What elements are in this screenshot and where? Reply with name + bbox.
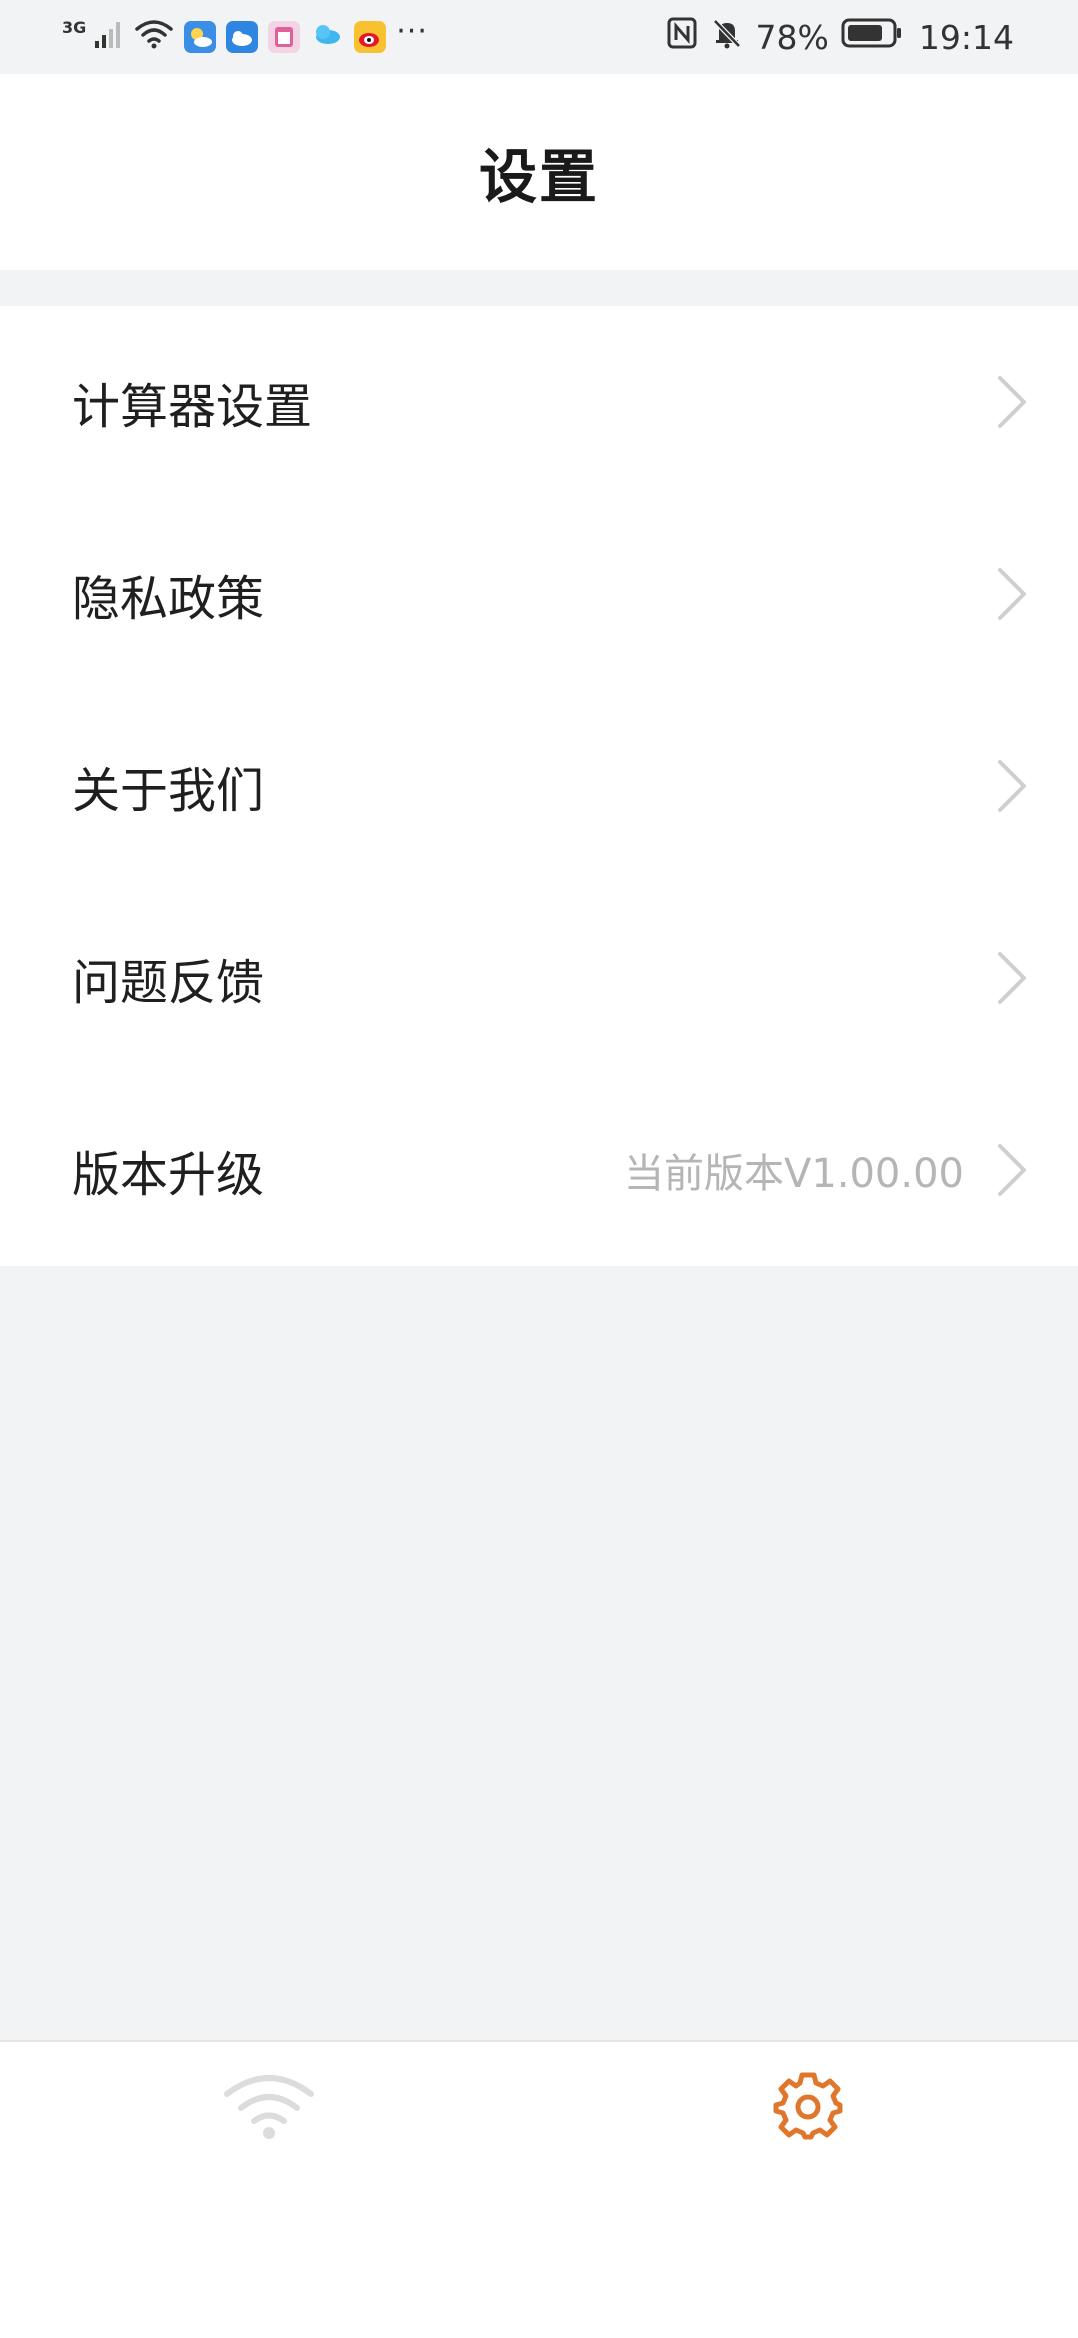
- settings-item-label: 版本升级: [72, 1147, 265, 1203]
- bell-off-icon: [710, 16, 744, 58]
- status-bar-right: 78% 19:14: [666, 16, 1014, 58]
- bottom-tab-bar: [0, 2040, 1078, 2338]
- page-header: 设置: [0, 74, 1078, 270]
- gear-icon: [773, 2070, 843, 2144]
- chevron-right-icon: [994, 756, 1030, 816]
- settings-item-label: 隐私政策: [72, 571, 265, 627]
- calendar-icon: [268, 21, 301, 53]
- chevron-right-icon: [994, 372, 1030, 432]
- settings-item-privacy-policy[interactable]: 隐私政策: [0, 498, 1078, 690]
- current-version-text: 当前版本V1.00.00: [623, 1151, 964, 1197]
- chevron-right-icon: [994, 948, 1030, 1008]
- tab-settings[interactable]: [753, 2062, 863, 2152]
- network-type: 3G: [62, 17, 87, 37]
- settings-item-label: 问题反馈: [72, 955, 265, 1011]
- nfc-icon: [666, 16, 698, 58]
- signal-icon: [94, 17, 124, 57]
- more-notifications-indicator: ···: [396, 13, 428, 49]
- settings-item-label: 关于我们: [72, 763, 265, 819]
- chevron-right-icon: [994, 564, 1030, 624]
- status-bar-left: 3G ···: [62, 13, 428, 57]
- battery-percentage: 78%: [755, 17, 829, 57]
- cloud-icon: [226, 21, 259, 53]
- settings-item-label: 计算器设置: [72, 379, 313, 435]
- settings-list: 计算器设置 隐私政策 关于我们 问题反馈 版本升级 当前版本V1.00.00: [0, 306, 1078, 1266]
- settings-item-calculator[interactable]: 计算器设置: [0, 306, 1078, 498]
- status-bar: 3G ··· 78% 19:14: [0, 0, 1078, 74]
- settings-item-version-upgrade[interactable]: 版本升级 当前版本V1.00.00: [0, 1074, 1078, 1266]
- wifi-icon: [221, 2068, 317, 2146]
- settings-item-about-us[interactable]: 关于我们: [0, 690, 1078, 882]
- battery-icon: [841, 17, 903, 57]
- tab-wifi[interactable]: [214, 2062, 324, 2152]
- cloud-drive-icon: [310, 17, 344, 57]
- wifi-icon: [134, 17, 174, 57]
- chevron-right-icon: [994, 1140, 1030, 1200]
- page-title: 设置: [478, 143, 599, 211]
- weather-icon: [184, 21, 217, 53]
- clock-time: 19:14: [918, 17, 1014, 57]
- settings-item-feedback[interactable]: 问题反馈: [0, 882, 1078, 1074]
- weibo-icon: [354, 21, 387, 53]
